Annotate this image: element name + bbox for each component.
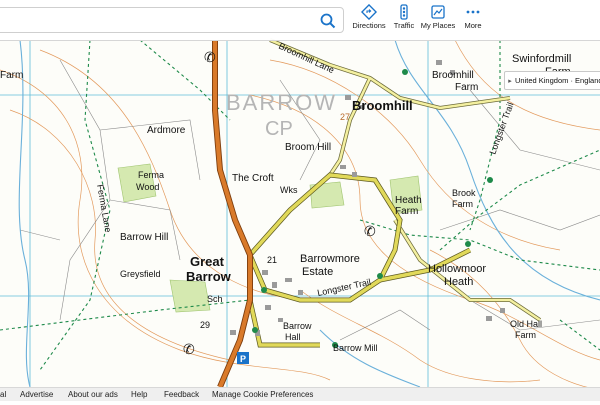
- label-barrowmore: Barrowmore: [300, 253, 360, 265]
- label-heath: Heath: [444, 276, 473, 288]
- map-canvas[interactable]: ✆ ✆ ✆ P Swinfordmill Farm BARROW CP Broo…: [0, 0, 600, 400]
- place-labels: Swinfordmill Farm BARROW CP Broomhill Br…: [0, 41, 571, 353]
- label-greysfield: Greysfield: [120, 269, 161, 279]
- label-barrow-hill: Barrow Hill: [120, 232, 168, 243]
- svg-text:✆: ✆: [204, 50, 216, 66]
- search-icon[interactable]: [319, 12, 337, 30]
- label-wks: Wks: [280, 185, 298, 195]
- label-longster-trail-s: Longster Trail: [316, 277, 371, 298]
- label-barrow-cp: BARROW: [226, 90, 337, 115]
- svg-text:✆: ✆: [183, 342, 195, 358]
- more-button[interactable]: More: [446, 2, 500, 38]
- more-label: More: [464, 21, 482, 30]
- label-heath-farm2: Farm: [395, 206, 418, 217]
- label-road-29: 29: [200, 320, 210, 330]
- label-the-croft: The Croft: [232, 173, 274, 184]
- label-broomhill-farm2: Farm: [455, 82, 478, 93]
- label-ferma-lane: Ferma Lane: [95, 184, 113, 234]
- label-road-27: 27: [340, 112, 350, 122]
- footer-link-cookie-preferences[interactable]: Manage Cookie Preferences: [212, 390, 313, 399]
- label-ferma-wood2: Wood: [136, 182, 159, 192]
- label-heath-farm1: Heath: [395, 195, 422, 206]
- label-cp: CP: [265, 118, 293, 140]
- label-great: Great: [190, 254, 225, 269]
- label-broomhill-lane: Broomhill Lane: [277, 41, 336, 75]
- label-old-hall-farm2: Farm: [515, 330, 536, 340]
- more-icon: [466, 10, 480, 14]
- footer-link-advertise[interactable]: Advertise: [20, 390, 53, 399]
- label-broomhill: Broomhill: [352, 98, 413, 113]
- chevron-right-icon: ▸: [508, 78, 512, 85]
- top-toolbar: Directions Traffic My Places More: [0, 0, 600, 41]
- region-selector[interactable]: ▸ United Kingdom · England: [504, 71, 600, 90]
- label-farm-left: Farm: [0, 70, 23, 81]
- label-ardmore: Ardmore: [147, 125, 186, 136]
- label-barrow-hall1: Barrow: [283, 321, 312, 331]
- directions-icon: [361, 4, 377, 20]
- footer-bar: al Advertise About our ads Help Feedback…: [0, 387, 600, 401]
- footer-link-help[interactable]: Help: [131, 390, 147, 399]
- search-box: [0, 7, 344, 33]
- svg-text:✆: ✆: [364, 224, 376, 240]
- os-map[interactable]: ✆ ✆ ✆ P Swinfordmill Farm BARROW CP Broo…: [0, 0, 600, 400]
- footer-link-feedback[interactable]: Feedback: [164, 390, 199, 399]
- label-brook-farm1: Brook: [452, 188, 476, 198]
- label-broom-hill: Broom Hill: [285, 142, 331, 153]
- parking-icon: P: [237, 352, 249, 364]
- svg-text:P: P: [240, 354, 246, 364]
- label-road-21: 21: [267, 255, 277, 265]
- my-places-icon: [431, 5, 445, 19]
- label-ferma-wood1: Ferma: [138, 170, 164, 180]
- traffic-icon: [400, 4, 408, 20]
- footer-link-about-ads[interactable]: About our ads: [68, 390, 118, 399]
- label-swinfordmill: Swinfordmill: [512, 53, 571, 65]
- search-input[interactable]: [3, 12, 307, 30]
- footer-link-legal[interactable]: al: [0, 390, 6, 399]
- label-broomhill-farm: Broomhill: [432, 70, 474, 81]
- label-barrow-mill: Barrow Mill: [333, 343, 378, 353]
- label-barrow-hall2: Hall: [285, 332, 301, 342]
- label-old-hall-farm1: Old Hall: [510, 319, 542, 329]
- label-brook-farm2: Farm: [452, 199, 473, 209]
- label-hollowmoor: Hollowmoor: [428, 263, 486, 275]
- label-sch: Sch: [207, 294, 223, 304]
- label-barrow2: Barrow: [186, 269, 232, 284]
- region-label: United Kingdom · England: [515, 76, 600, 85]
- label-longster-trail-ne: Longster Trail: [487, 101, 515, 156]
- label-estate: Estate: [302, 266, 333, 278]
